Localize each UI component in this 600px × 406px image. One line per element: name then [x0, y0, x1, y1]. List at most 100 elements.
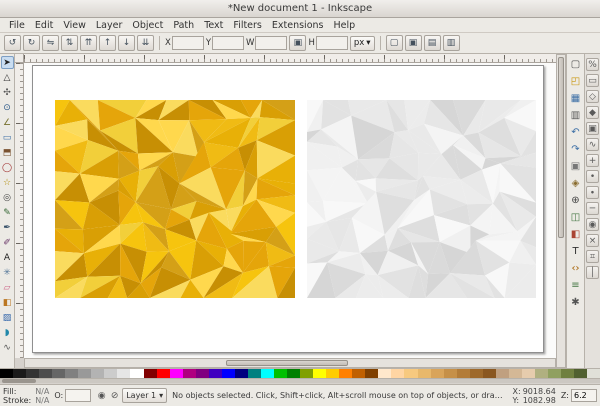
- palette-swatch-44[interactable]: [574, 369, 587, 378]
- dropper-tool[interactable]: ◗: [1, 326, 14, 339]
- lock-ratio-icon[interactable]: ▣: [289, 35, 306, 51]
- bucket-fill-tool[interactable]: ◧: [1, 296, 14, 309]
- flip-vertical-button[interactable]: ⇅: [61, 35, 78, 51]
- palette-swatch-1[interactable]: [13, 369, 26, 378]
- palette-swatch-22[interactable]: [287, 369, 300, 378]
- palette-swatch-18[interactable]: [235, 369, 248, 378]
- palette-swatch-28[interactable]: [365, 369, 378, 378]
- flip-horizontal-button[interactable]: ⇋: [42, 35, 59, 51]
- tweak-tool[interactable]: ✣: [1, 86, 14, 99]
- menu-help[interactable]: Help: [328, 19, 360, 32]
- rectangle-tool[interactable]: ▭: [1, 131, 14, 144]
- horizontal-scrollbar[interactable]: [24, 358, 556, 368]
- lower-to-bottom-button[interactable]: ⇊: [137, 35, 154, 51]
- pencil-tool[interactable]: ✎: [1, 206, 14, 219]
- palette-swatch-25[interactable]: [326, 369, 339, 378]
- redo-button[interactable]: ↷: [568, 142, 583, 157]
- paste-button[interactable]: ◈: [568, 176, 583, 191]
- palette-swatch-15[interactable]: [196, 369, 209, 378]
- menu-layer[interactable]: Layer: [91, 19, 128, 32]
- palette-swatch-12[interactable]: [157, 369, 170, 378]
- opacity-input[interactable]: [65, 389, 91, 402]
- palette-swatch-42[interactable]: [548, 369, 561, 378]
- spiral-tool[interactable]: ◎: [1, 191, 14, 204]
- snap-bbox-edges-toggle[interactable]: ◇: [586, 90, 599, 103]
- node-tool[interactable]: △: [1, 71, 14, 84]
- snap-bbox-corners-toggle[interactable]: ◆: [586, 106, 599, 119]
- palette-swatch-5[interactable]: [65, 369, 78, 378]
- palette-swatch-16[interactable]: [209, 369, 222, 378]
- affect-corners-toggle[interactable]: ▣: [405, 35, 422, 51]
- open-document-button[interactable]: ◰: [568, 74, 583, 89]
- new-document-button[interactable]: ▢: [568, 57, 583, 72]
- spray-tool[interactable]: ✳: [1, 266, 14, 279]
- raise-to-top-button[interactable]: ⇈: [80, 35, 97, 51]
- vertical-scrollbar-thumb[interactable]: [558, 57, 564, 238]
- print-button[interactable]: ▥: [568, 108, 583, 123]
- vertical-ruler[interactable]: [15, 63, 24, 358]
- palette-swatch-4[interactable]: [52, 369, 65, 378]
- palette-swatch-3[interactable]: [39, 369, 52, 378]
- rotate-ccw-button[interactable]: ↺: [4, 35, 21, 51]
- palette-swatch-23[interactable]: [300, 369, 313, 378]
- palette-swatch-2[interactable]: [26, 369, 39, 378]
- snap-path-intersections-toggle[interactable]: +: [586, 154, 599, 167]
- menu-text[interactable]: Text: [199, 19, 228, 32]
- snap-nodes-toggle[interactable]: ▣: [586, 122, 599, 135]
- undo-button[interactable]: ↶: [568, 125, 583, 140]
- copy-button[interactable]: ▣: [568, 159, 583, 174]
- text-tool[interactable]: A: [1, 251, 14, 264]
- yellow-lowpoly-image[interactable]: [55, 100, 295, 298]
- palette-swatch-40[interactable]: [522, 369, 535, 378]
- menu-object[interactable]: Object: [127, 19, 168, 32]
- palette-swatch-36[interactable]: [470, 369, 483, 378]
- snap-grid-toggle[interactable]: ⌗: [586, 250, 599, 263]
- snap-smooth-nodes-toggle[interactable]: ∙: [586, 186, 599, 199]
- palette-swatch-26[interactable]: [339, 369, 352, 378]
- w-input[interactable]: [255, 36, 287, 50]
- zoom-tool[interactable]: ⊙: [1, 101, 14, 114]
- bezier-pen-tool[interactable]: ✒: [1, 221, 14, 234]
- palette-swatch-38[interactable]: [496, 369, 509, 378]
- palette-swatch-21[interactable]: [274, 369, 287, 378]
- palette-swatch-37[interactable]: [483, 369, 496, 378]
- menu-filters[interactable]: Filters: [228, 19, 266, 32]
- raise-button[interactable]: ↑: [99, 35, 116, 51]
- palette-swatch-31[interactable]: [404, 369, 417, 378]
- palette-swatch-41[interactable]: [535, 369, 548, 378]
- menu-file[interactable]: File: [4, 19, 30, 32]
- palette-swatch-7[interactable]: [91, 369, 104, 378]
- calligraphy-tool[interactable]: ✐: [1, 236, 14, 249]
- 3d-box-tool[interactable]: ⬒: [1, 146, 14, 159]
- snap-object-centers-toggle[interactable]: ◉: [586, 218, 599, 231]
- x-input[interactable]: [172, 36, 204, 50]
- menu-path[interactable]: Path: [168, 19, 199, 32]
- titlebar[interactable]: *New document 1 - Inkscape: [0, 0, 600, 18]
- palette-swatch-32[interactable]: [418, 369, 431, 378]
- palette-swatch-13[interactable]: [170, 369, 183, 378]
- horizontal-scrollbar-thumb[interactable]: [226, 360, 348, 366]
- xml-editor-button[interactable]: ‹›: [568, 261, 583, 276]
- palette-swatch-29[interactable]: [378, 369, 391, 378]
- palette-swatch-8[interactable]: [104, 369, 117, 378]
- canvas-viewport[interactable]: [24, 63, 556, 358]
- lower-button[interactable]: ↓: [118, 35, 135, 51]
- palette-swatch-35[interactable]: [457, 369, 470, 378]
- measure-tool[interactable]: ∠: [1, 116, 14, 129]
- snap-cusp-nodes-toggle[interactable]: •: [586, 170, 599, 183]
- palette-swatch-33[interactable]: [431, 369, 444, 378]
- snap-midpoints-toggle[interactable]: ─: [586, 202, 599, 215]
- zoom-drawing-button[interactable]: ⊕: [568, 193, 583, 208]
- palette-swatch-34[interactable]: [444, 369, 457, 378]
- affect-stroke-toggle[interactable]: ▢: [386, 35, 403, 51]
- palette-swatch-11[interactable]: [144, 369, 157, 378]
- snap-enable-toggle[interactable]: %: [586, 58, 599, 71]
- menu-edit[interactable]: Edit: [30, 19, 58, 32]
- duplicate-button[interactable]: ◫: [568, 210, 583, 225]
- ellipse-tool[interactable]: ◯: [1, 161, 14, 174]
- snap-paths-toggle[interactable]: ∿: [586, 138, 599, 151]
- palette-swatch-0[interactable]: [0, 369, 13, 378]
- snap-rotation-centers-toggle[interactable]: ×: [586, 234, 599, 247]
- preferences-button[interactable]: ✱: [568, 295, 583, 310]
- palette-swatch-45[interactable]: [587, 369, 600, 378]
